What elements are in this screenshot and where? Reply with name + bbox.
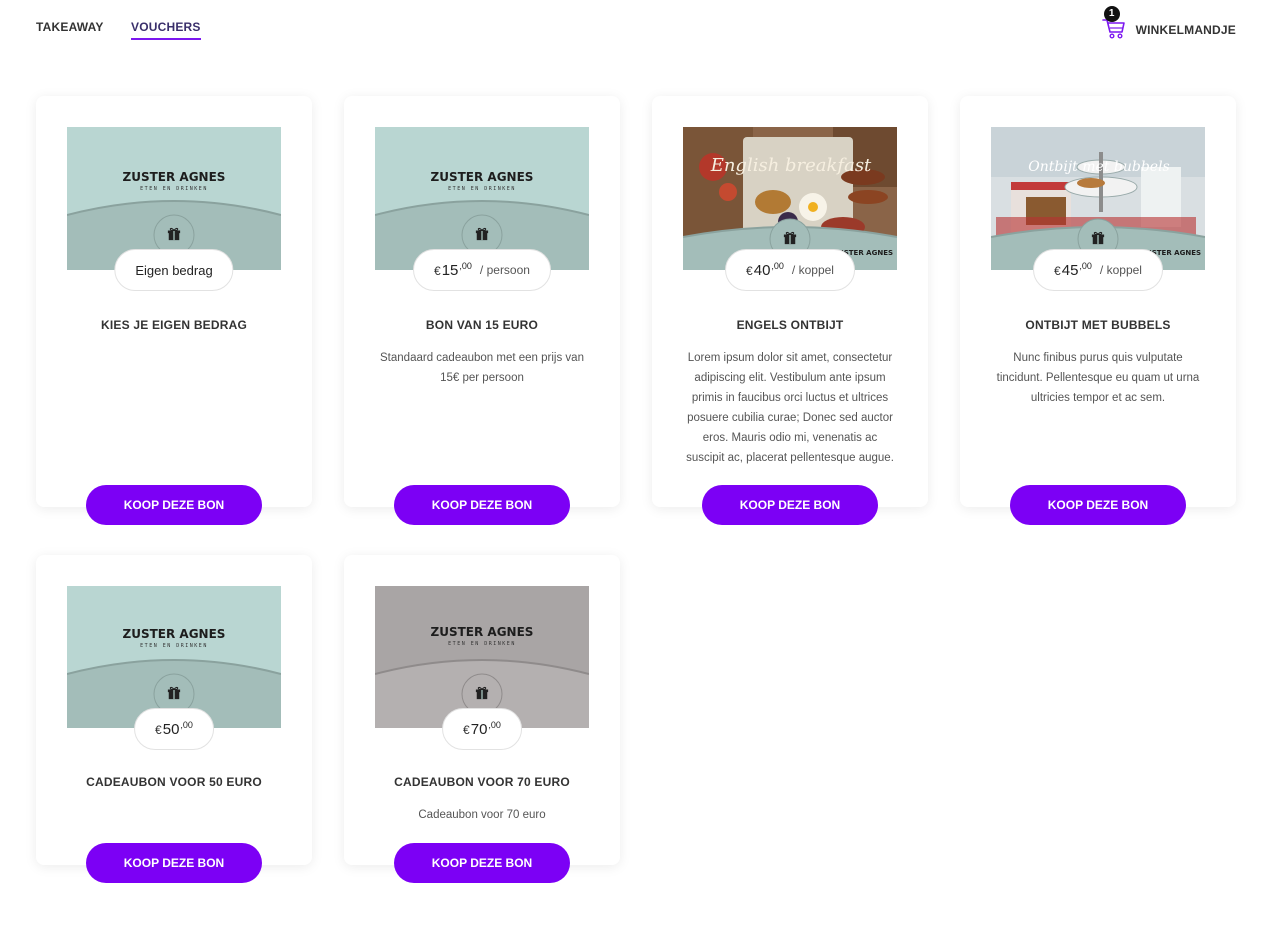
- price-currency: €: [463, 723, 470, 737]
- voucher-title: KIES JE EIGEN BEDRAG: [100, 318, 248, 332]
- price-cents: ,00: [180, 720, 193, 730]
- cart-button[interactable]: 1 WINKELMANDJE: [1101, 6, 1236, 42]
- buy-voucher-button[interactable]: KOOP DEZE BON: [394, 843, 570, 883]
- voucher-title: CADEAUBON VOOR 70 EURO: [394, 775, 570, 789]
- voucher-description: Standaard cadeaubon met een prijs van 15…: [380, 352, 584, 384]
- price-cents: ,00: [771, 261, 784, 271]
- price-amount: 70: [470, 720, 488, 738]
- svg-text:Ontbijt met bubbels: Ontbijt met bubbels: [1028, 159, 1169, 175]
- voucher-description: Cadeaubon voor 70 euro: [418, 809, 546, 821]
- voucher-card: ZUSTER AGNES ETEN EN DRINKEN € 50 ,00 CA…: [36, 555, 312, 883]
- price-currency: €: [1054, 264, 1061, 278]
- price-badge: € 45 ,00 / koppel: [1033, 249, 1163, 291]
- price-badge: € 40 ,00 / koppel: [725, 249, 855, 291]
- nav-tab-vouchers[interactable]: VOUCHERS: [131, 20, 201, 40]
- svg-text:English breakfast: English breakfast: [710, 155, 872, 176]
- voucher-title: CADEAUBON VOOR 50 EURO: [86, 775, 262, 789]
- price-amount: 45: [1061, 261, 1079, 279]
- voucher-title: ONTBIJT MET BUBBELS: [1025, 318, 1171, 332]
- buy-voucher-button[interactable]: KOOP DEZE BON: [86, 843, 262, 883]
- svg-text:ETEN EN DRINKEN: ETEN EN DRINKEN: [140, 643, 208, 649]
- svg-text:ETEN EN DRINKEN: ETEN EN DRINKEN: [448, 186, 516, 192]
- voucher-title: BON VAN 15 EURO: [425, 318, 539, 332]
- price-badge: € 50 ,00: [134, 708, 214, 750]
- cart-icon: 1: [1101, 6, 1126, 42]
- price-unit: / koppel: [791, 263, 834, 277]
- price-amount: 40: [753, 261, 771, 279]
- nav-tab-takeaway[interactable]: TAKEAWAY: [36, 20, 104, 34]
- price-amount: 50: [162, 720, 180, 738]
- svg-text:ETEN EN DRINKEN: ETEN EN DRINKEN: [448, 641, 516, 647]
- price-unit: / koppel: [1099, 263, 1142, 277]
- voucher-card: ZUSTER AGNES ETEN EN DRINKEN € 15 ,00 / …: [344, 96, 620, 525]
- voucher-card: Ontbijt met bubbels ZUSTER AGNES € 45 ,0…: [960, 96, 1236, 525]
- buy-voucher-button[interactable]: KOOP DEZE BON: [1010, 485, 1186, 525]
- voucher-description: Lorem ipsum dolor sit amet, consectetur …: [686, 352, 894, 464]
- voucher-description: Nunc finibus purus quis vulputate tincid…: [996, 352, 1200, 404]
- price-cents: ,00: [459, 261, 472, 271]
- voucher-card: ZUSTER AGNES ETEN EN DRINKEN € 70 ,00 CA…: [344, 555, 620, 883]
- voucher-image: ZUSTER AGNES ETEN EN DRINKEN: [67, 586, 281, 728]
- price-unit: / persoon: [479, 263, 530, 277]
- brand-logo: ZUSTER AGNES: [123, 627, 226, 641]
- price-badge: € 70 ,00: [442, 708, 522, 750]
- voucher-image: ZUSTER AGNES ETEN EN DRINKEN: [375, 586, 589, 728]
- cart-count-badge: 1: [1103, 6, 1120, 22]
- brand-logo: ZUSTER AGNES: [123, 170, 226, 184]
- buy-voucher-button[interactable]: KOOP DEZE BON: [702, 485, 878, 525]
- price-badge: € 15 ,00 / persoon: [413, 249, 551, 291]
- top-navigation: TAKEAWAY VOUCHERS 1 WINKELMANDJE: [0, 0, 1283, 60]
- price-amount: 15: [441, 261, 459, 279]
- price-text: Eigen bedrag: [135, 262, 213, 278]
- voucher-card: English breakfast ZUSTER AGNES € 40 ,00 …: [652, 96, 928, 525]
- voucher-title: ENGELS ONTBIJT: [736, 318, 844, 332]
- voucher-card: ZUSTER AGNES ETEN EN DRINKEN Eigen bedra…: [36, 96, 312, 525]
- price-currency: €: [155, 723, 162, 737]
- brand-logo: ZUSTER AGNES: [431, 625, 534, 639]
- price-cents: ,00: [488, 720, 501, 730]
- svg-text:ETEN EN DRINKEN: ETEN EN DRINKEN: [140, 186, 208, 192]
- buy-voucher-button[interactable]: KOOP DEZE BON: [86, 485, 262, 525]
- price-currency: €: [746, 264, 753, 278]
- price-cents: ,00: [1079, 261, 1092, 271]
- brand-logo: ZUSTER AGNES: [431, 170, 534, 184]
- price-badge: Eigen bedrag: [114, 249, 234, 291]
- price-currency: €: [434, 264, 441, 278]
- cart-label: WINKELMANDJE: [1135, 23, 1236, 37]
- buy-voucher-button[interactable]: KOOP DEZE BON: [394, 485, 570, 525]
